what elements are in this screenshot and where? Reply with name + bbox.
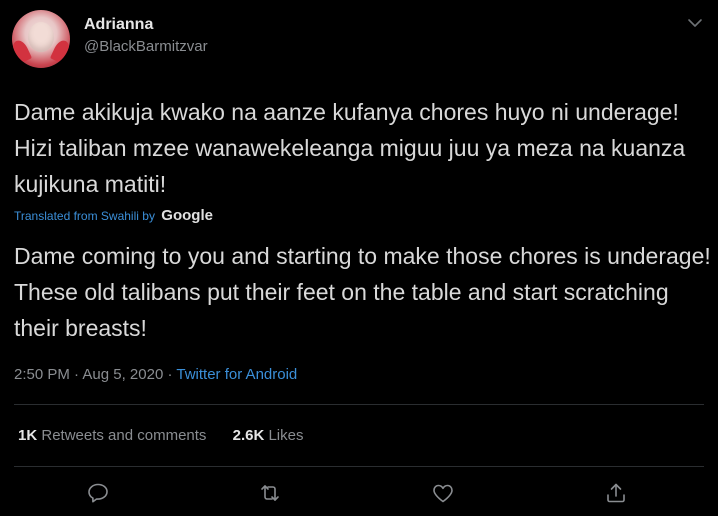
likes-count: 2.6K: [232, 427, 265, 444]
likes-label: Likes: [268, 427, 304, 444]
avatar[interactable]: [12, 10, 70, 68]
tweet-stats: 1K Retweets and comments 2.6K Likes: [18, 427, 304, 444]
reply-icon[interactable]: [86, 481, 112, 507]
tweet-card: Adrianna @BlackBarmitzvar Dame akikuja k…: [0, 0, 718, 516]
retweets-count: 1K: [18, 427, 38, 444]
meta-separator: ·: [167, 366, 173, 383]
translation-attribution: Translated from Swahili by Google: [14, 207, 213, 224]
divider: [14, 466, 704, 467]
user-handle[interactable]: @BlackBarmitzvar: [84, 38, 208, 55]
meta-separator: ·: [74, 366, 80, 383]
action-bar: [0, 481, 718, 509]
share-icon[interactable]: [604, 481, 630, 507]
tweet-original-text: Dame akikuja kwako na aanze kufanya chor…: [14, 99, 686, 197]
tweet-time[interactable]: 2:50 PM: [14, 366, 70, 383]
translated-from-label: Translated from Swahili by: [14, 209, 155, 223]
like-icon[interactable]: [431, 481, 457, 507]
user-display-name[interactable]: Adrianna: [84, 16, 153, 34]
retweets-stat[interactable]: 1K Retweets and comments: [18, 427, 211, 444]
translation-provider: Google: [161, 207, 213, 224]
tweet-source-link[interactable]: Twitter for Android: [176, 366, 297, 383]
chevron-down-icon[interactable]: [686, 14, 704, 32]
tweet-translated-text: Dame coming to you and starting to make …: [14, 243, 711, 341]
avatar-face: [28, 22, 54, 52]
likes-stat[interactable]: 2.6K Likes: [233, 427, 304, 444]
retweets-label: Retweets and comments: [41, 427, 207, 444]
tweet-meta: 2:50 PM · Aug 5, 2020 · Twitter for Andr…: [14, 366, 297, 383]
tweet-date[interactable]: Aug 5, 2020: [82, 366, 163, 383]
divider: [14, 404, 704, 405]
retweet-icon[interactable]: [258, 481, 284, 507]
